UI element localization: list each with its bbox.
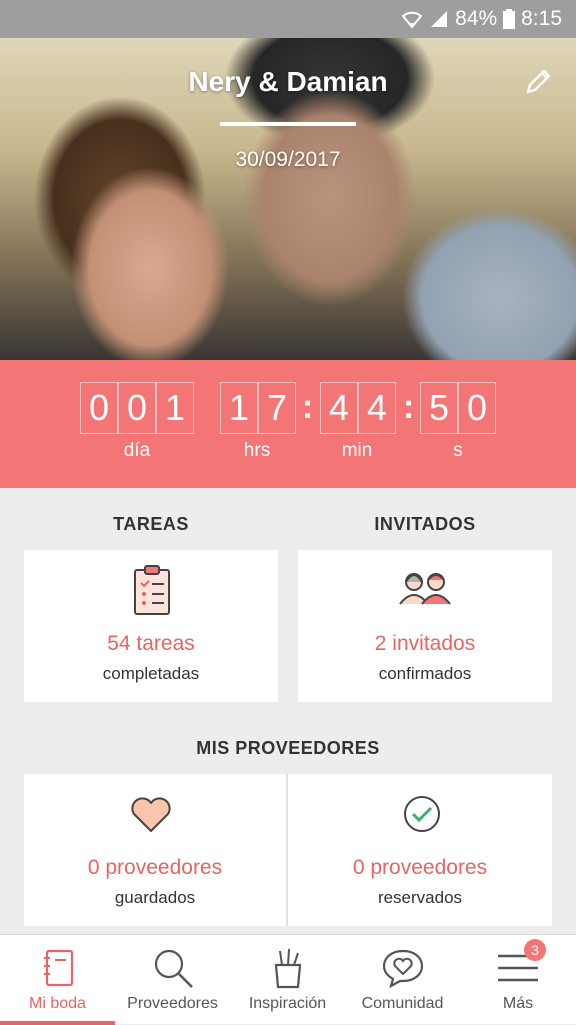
seconds-label: s bbox=[453, 440, 463, 461]
booked-vendors-sub: reservados bbox=[377, 888, 463, 907]
countdown-hours: 1 7 bbox=[220, 382, 296, 434]
nav-label: Comunidad bbox=[361, 995, 444, 1012]
check-circle-icon bbox=[402, 794, 442, 839]
chat-heart-icon bbox=[380, 945, 426, 991]
nav-comunidad[interactable]: Comunidad bbox=[345, 935, 460, 1025]
nav-label: Inspiración bbox=[248, 995, 327, 1012]
guests-card[interactable]: 2 invitados confirmados bbox=[298, 550, 552, 702]
digit: 0 bbox=[458, 382, 496, 434]
tasks-sub: completadas bbox=[102, 664, 200, 683]
nav-mi-boda[interactable]: Mi boda bbox=[0, 935, 115, 1025]
booked-vendors-count: 0 proveedores bbox=[352, 856, 488, 879]
digit: 1 bbox=[220, 382, 258, 434]
signal-icon bbox=[429, 9, 449, 29]
edit-pencil-icon[interactable] bbox=[522, 66, 554, 98]
nav-inspiracion[interactable]: Inspiración bbox=[230, 935, 345, 1025]
battery-level: 84% bbox=[455, 7, 498, 30]
notebook-icon bbox=[35, 945, 81, 991]
guests-title: INVITADOS bbox=[374, 514, 476, 534]
pencil-cup-icon bbox=[265, 945, 311, 991]
saved-vendors-card[interactable]: 0 proveedores guardados bbox=[24, 774, 286, 926]
tasks-title: TAREAS bbox=[113, 514, 189, 534]
digit: 0 bbox=[118, 382, 156, 434]
digit: 7 bbox=[258, 382, 296, 434]
wedding-date: 30/09/2017 bbox=[235, 148, 341, 171]
nav-proveedores[interactable]: Proveedores bbox=[115, 935, 230, 1025]
couple-photo: Nery & Damian 30/09/2017 bbox=[0, 38, 576, 360]
nav-label: Más bbox=[502, 995, 534, 1012]
minutes-label: min bbox=[341, 440, 373, 461]
nav-mas[interactable]: Más 3 bbox=[460, 935, 576, 1025]
days-label: día bbox=[123, 440, 151, 461]
countdown-seconds: 5 0 bbox=[420, 382, 496, 434]
guests-couple-icon bbox=[398, 570, 452, 611]
status-bar: 84% 8:15 bbox=[0, 0, 576, 38]
booked-vendors-card[interactable]: 0 proveedores reservados bbox=[288, 774, 552, 926]
digit: 1 bbox=[156, 382, 194, 434]
search-icon bbox=[150, 945, 196, 991]
couple-name: Nery & Damian bbox=[188, 66, 388, 97]
nav-label: Proveedores bbox=[127, 995, 218, 1012]
hours-label: hrs bbox=[243, 440, 271, 461]
saved-vendors-count: 0 proveedores bbox=[87, 856, 223, 879]
saved-vendors-sub: guardados bbox=[114, 888, 196, 907]
wedding-countdown: 0 0 1 1 7 : 4 4 : 5 0 día hrs min s bbox=[0, 360, 576, 488]
bottom-navigation: Mi boda Proveedores Inspiración Comunida… bbox=[0, 934, 576, 1025]
countdown-minutes: 4 4 bbox=[320, 382, 396, 434]
guests-count: 2 invitados bbox=[374, 632, 476, 655]
tasks-count: 54 tareas bbox=[107, 632, 195, 655]
active-tab-indicator bbox=[0, 1021, 115, 1025]
digit: 4 bbox=[320, 382, 358, 434]
colon-separator: : bbox=[403, 388, 415, 426]
nav-label: Mi boda bbox=[29, 995, 86, 1012]
notification-badge: 3 bbox=[524, 939, 546, 961]
wifi-icon bbox=[401, 9, 423, 29]
heart-icon bbox=[130, 796, 172, 839]
digit: 0 bbox=[80, 382, 118, 434]
guests-sub: confirmados bbox=[378, 664, 472, 683]
colon-separator: : bbox=[302, 388, 314, 426]
digit: 4 bbox=[358, 382, 396, 434]
vendors-title: MIS PROVEEDORES bbox=[196, 738, 380, 758]
clipboard-checklist-icon bbox=[132, 564, 172, 621]
battery-icon bbox=[503, 9, 516, 29]
tasks-card[interactable]: 54 tareas completadas bbox=[24, 550, 278, 702]
digit: 5 bbox=[420, 382, 458, 434]
clock: 8:15 bbox=[521, 7, 562, 30]
name-underline bbox=[220, 122, 356, 126]
countdown-days: 0 0 1 bbox=[80, 382, 194, 434]
